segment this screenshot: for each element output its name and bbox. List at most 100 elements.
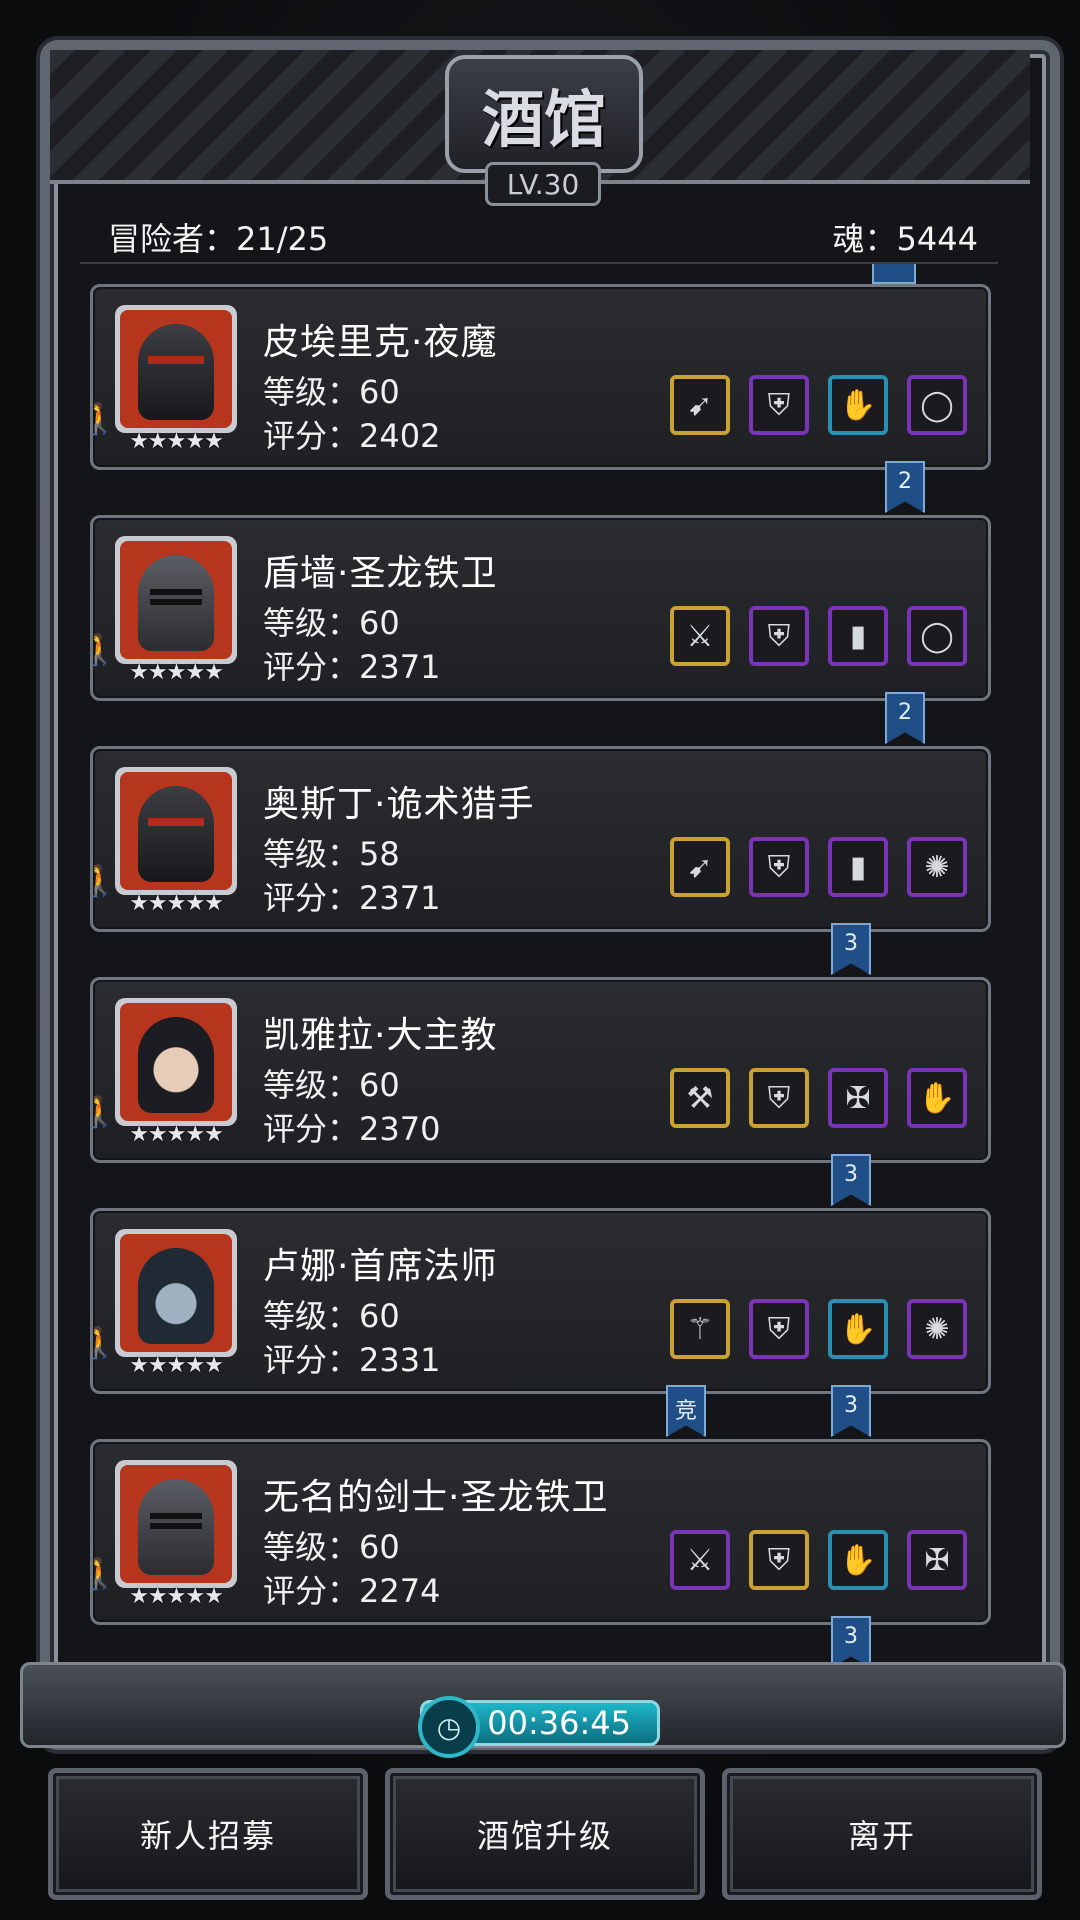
hero-level: 等级：60 [263,373,400,411]
purple-armor-icon[interactable]: ⛨ [749,837,809,897]
rank-ribbon: 3 [831,1616,871,1668]
wooden-shield-icon[interactable]: ▮ [828,837,888,897]
rank-ribbon: 竞 [666,1385,706,1437]
hero-level: 等级：60 [263,1297,400,1335]
rank-ribbon: 2 [885,692,925,744]
hero-portrait[interactable] [115,767,237,895]
hero-score: 评分：2371 [263,648,441,686]
star-rating: ★★★★★ [129,660,224,685]
hero-card[interactable]: ★★★★★ 🚶 无名的剑士·圣龙铁卫 等级：60 评分：2274 ⚔ ⛨ ✋ ✠ 3 [81,1439,991,1668]
ring-icon[interactable]: ◯ [907,606,967,666]
ruby-amulet-icon[interactable]: ✺ [907,837,967,897]
hero-score: 评分：2370 [263,1110,441,1148]
equipment-glyph: ✋ [839,1542,877,1578]
equipment-glyph: ⛨ [767,618,791,654]
purple-armor-icon[interactable]: ⛨ [749,375,809,435]
hero-name: 皮埃里克·夜魔 [263,322,498,363]
equipment-glyph: ➹ [687,387,713,423]
equipment-glyph: ✋ [839,387,877,423]
priestess-portrait-icon [138,1017,214,1113]
purple-armor-icon[interactable]: ⛨ [749,1299,809,1359]
equipment-glyph: ⚔ [686,1542,714,1578]
hero-portrait[interactable] [115,1460,237,1588]
equipment-glyph: ✺ [924,1311,950,1347]
leave-button[interactable]: 离开 [722,1768,1042,1900]
cross-amulet-icon[interactable]: ✠ [828,1068,888,1128]
plate-armor-icon[interactable]: ⛨ [749,606,809,666]
rank-ribbon: 3 [831,923,871,975]
walking-figure-icon: 🚶 [81,1326,119,1361]
hero-level: 等级：60 [263,604,400,642]
equipment-glyph: ✠ [924,1542,950,1578]
hero-list[interactable]: ★★★★★ 🚶 皮埃里克·夜魔 等级：60 评分：2402 ➹ ⛨ ✋ ◯ 2 ★★★★… [80,262,998,1668]
upgrade-tavern-button[interactable]: 酒馆升级 [385,1768,705,1900]
cross-amulet-icon[interactable]: ✠ [907,1530,967,1590]
leather-armor-icon[interactable]: ⛨ [749,1530,809,1590]
walking-figure-icon: 🚶 [81,1557,119,1592]
equipment-glyph: ⛨ [767,1542,791,1578]
hero-portrait[interactable] [115,998,237,1126]
tavern-level-badge: LV.30 [485,162,601,206]
gauntlet-icon[interactable]: ✋ [828,375,888,435]
gauntlet-icon[interactable]: ✋ [907,1068,967,1128]
walking-figure-icon: 🚶 [81,633,119,668]
equipment-glyph: ⚒ [686,1080,714,1116]
ruby-amulet-icon[interactable]: ✺ [907,1299,967,1359]
hero-portrait[interactable] [115,305,237,433]
equipment-glyph: ▮ [849,849,867,885]
curved-blade-icon[interactable]: ➹ [670,375,730,435]
hero-portrait[interactable] [115,1229,237,1357]
equipment-glyph: ▮ [849,618,867,654]
equipment-glyph: ✺ [924,849,950,885]
ninja-portrait-icon [138,324,214,420]
hero-card[interactable]: ★★★★★ 🚶 凯雅拉·大主教 等级：60 评分：2370 ⚒ ⛨ ✠ ✋ 3 [81,977,991,1206]
portrait-background [120,310,232,428]
hero-card[interactable]: ★★★★★ 🚶 卢娜·首席法师 等级：60 评分：2331 ⚚ ⛨ ✋ ✺ 竞 3 [81,1208,991,1437]
purple-armor-icon[interactable]: ⛨ [749,1068,809,1128]
staff-icon[interactable]: ⚚ [670,1299,730,1359]
equipment-glyph: ◯ [920,618,954,654]
greatsword-icon[interactable]: ⚔ [670,606,730,666]
portrait-background [120,1465,232,1583]
walking-figure-icon: 🚶 [81,1095,119,1130]
recruit-button[interactable]: 新人招募 [48,1768,368,1900]
equipment-glyph: ✋ [839,1311,877,1347]
tavern-screen: 酒馆 LV.30 冒险者：21/25 魂：5444 ★★★★★ 🚶 皮埃里克·夜… [0,0,1080,1920]
equipment-glyph: ⚔ [686,618,714,654]
star-rating: ★★★★★ [129,1584,224,1609]
hero-name: 奥斯丁·诡术猎手 [263,784,535,825]
equipment-glyph: ➹ [687,849,713,885]
star-rating: ★★★★★ [129,891,224,916]
equipment-glyph: ◯ [920,387,954,423]
clock-icon: ◷ [418,1696,480,1758]
equipment-glyph: ⛨ [767,387,791,423]
gauntlet-icon[interactable]: ✋ [828,1299,888,1359]
greatsword-icon[interactable]: ⚔ [670,1530,730,1590]
hero-portrait[interactable] [115,536,237,664]
stats-row: 冒险者：21/25 魂：5444 [108,212,978,262]
hero-name: 盾墙·圣龙铁卫 [263,553,498,594]
portrait-background [120,1234,232,1352]
star-rating: ★★★★★ [129,429,224,454]
portrait-background [120,1003,232,1121]
mage-portrait-icon [138,1248,214,1344]
hero-score: 评分：2371 [263,879,441,917]
tavern-title: 酒馆 [445,55,643,173]
ring-icon[interactable]: ◯ [907,375,967,435]
walking-figure-icon: 🚶 [81,402,119,437]
hero-card[interactable]: ★★★★★ 🚶 皮埃里克·夜魔 等级：60 评分：2402 ➹ ⛨ ✋ ◯ 2 [81,284,991,513]
hero-name: 凯雅拉·大主教 [263,1015,498,1056]
hero-score: 评分：2274 [263,1572,441,1610]
hero-score: 评分：2331 [263,1341,441,1379]
rank-ribbon: 3 [831,1154,871,1206]
warhammer-icon[interactable]: ⚒ [670,1068,730,1128]
portrait-background [120,772,232,890]
knight-portrait-icon [138,555,214,651]
gauntlet-icon[interactable]: ✋ [828,1530,888,1590]
hero-level: 等级：58 [263,835,400,873]
curved-blade-icon[interactable]: ➹ [670,837,730,897]
ninja-portrait-icon [138,786,214,882]
wooden-shield-icon[interactable]: ▮ [828,606,888,666]
hero-card[interactable]: ★★★★★ 🚶 盾墙·圣龙铁卫 等级：60 评分：2371 ⚔ ⛨ ▮ ◯ 2 [81,515,991,744]
hero-card[interactable]: ★★★★★ 🚶 奥斯丁·诡术猎手 等级：58 评分：2371 ➹ ⛨ ▮ ✺ 3 [81,746,991,975]
